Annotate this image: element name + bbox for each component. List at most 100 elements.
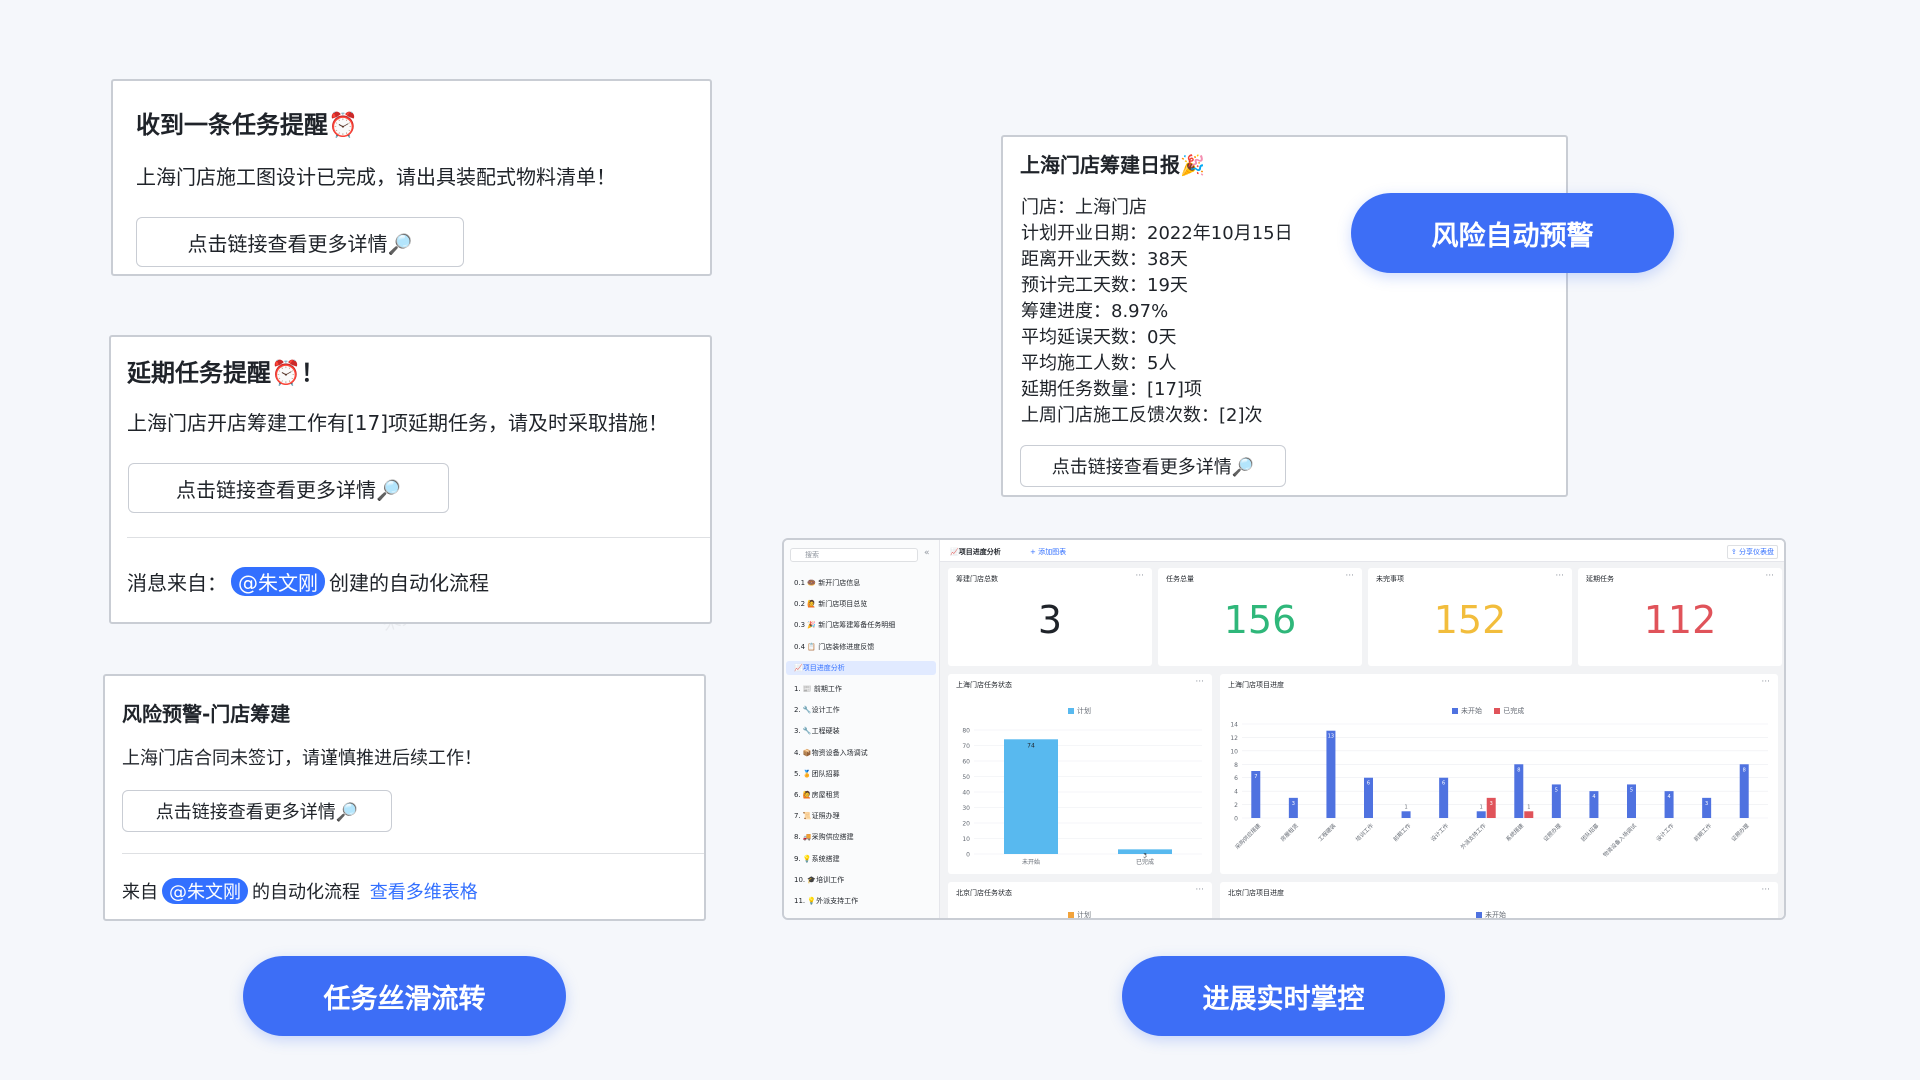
x-tick-label: 证照办理 — [1542, 821, 1564, 843]
more-icon[interactable]: ··· — [1195, 885, 1204, 895]
card-message: 上海门店合同未签订，请谨慎推进后续工作！ — [122, 748, 482, 769]
divider — [127, 537, 710, 538]
x-tick-label: 团队招募 — [1579, 821, 1601, 843]
task-flow-pill: 任务丝滑流转 — [243, 956, 566, 1036]
more-icon[interactable]: ··· — [1135, 571, 1144, 581]
kpi-card: 未完事项 ··· 152 — [1368, 568, 1572, 666]
data-label: 4 — [1592, 794, 1595, 800]
more-icon[interactable]: ··· — [1765, 571, 1774, 581]
risk-warning-card: 风险预警-门店筹建 上海门店合同未签订，请谨慎推进后续工作！ 点击链接查看更多详… — [103, 674, 706, 921]
view-details-button[interactable]: 点击链接查看更多详情🔎 — [122, 790, 392, 832]
project-progress-chart: 024681012147采购供应搭建3房屋租赁13工程硬装6培训工作1前期工作6… — [1230, 722, 1768, 859]
chart-legend: 计划 — [1068, 910, 1091, 918]
data-label: 1 — [1527, 804, 1530, 810]
data-label: 6 — [1442, 781, 1445, 787]
card-message: 上海门店开店筹建工作有[17]项延期任务，请及时采取措施！ — [127, 411, 669, 435]
x-tick-label: 设计工作 — [1654, 821, 1676, 843]
x-tick-label: 房屋租赁 — [1279, 821, 1301, 843]
y-tick-label: 6 — [1234, 775, 1238, 782]
sidebar-item[interactable]: 1. 📰 前期工作 — [794, 682, 842, 696]
sidebar-item[interactable]: 9. 💡系统搭建 — [794, 852, 840, 866]
x-tick-label: 未开始 — [1022, 858, 1040, 866]
x-tick-label: 前期工作 — [1692, 821, 1714, 843]
chart-title: 北京门店任务状态 — [956, 889, 1012, 897]
kpi-card: 筹建门店总数 ··· 3 — [948, 568, 1152, 666]
y-tick-label: 2 — [1234, 802, 1238, 809]
view-bitable-link[interactable]: 查看多维表格 — [370, 882, 478, 903]
sidebar-item[interactable]: 7. 📜证照办理 — [794, 809, 840, 823]
kpi-label: 任务总量 — [1166, 575, 1194, 583]
sidebar-item[interactable]: 0.2 🙋 新门店项目总览 — [794, 597, 867, 611]
sidebar-item[interactable]: 10. 🎓培训工作 — [794, 873, 844, 887]
more-icon[interactable]: ··· — [1555, 571, 1564, 581]
risk-alert-pill: 风险自动预警 — [1351, 193, 1674, 273]
share-dashboard-button[interactable]: ⇪ 分享仪表盘 — [1726, 545, 1778, 559]
task-reminder-card: 收到一条任务提醒⏰ 上海门店施工图设计已完成，请出具装配式物料清单！ 点击链接查… — [111, 79, 712, 276]
sidebar-item[interactable]: 0.4 📋 门店装修进度反馈 — [794, 640, 874, 654]
x-tick-label: 培训工作 — [1354, 821, 1376, 843]
view-details-button[interactable]: 点击链接查看更多详情🔎 — [136, 217, 464, 267]
y-tick-label: 0 — [1234, 816, 1238, 823]
bar[interactable] — [1524, 811, 1534, 818]
sidebar-item[interactable]: 5. 🏅团队招募 — [794, 767, 840, 781]
data-label: 5 — [1630, 787, 1633, 793]
kpi-value: 3 — [1037, 598, 1063, 642]
data-label: 4 — [1667, 794, 1670, 800]
report-line: 计划开业日期：2022年10月15日 — [1021, 223, 1293, 244]
y-tick-label: 10 — [962, 836, 970, 843]
report-line: 距离开业天数：38天 — [1021, 249, 1188, 270]
legend-swatch — [1476, 912, 1482, 918]
x-tick-label: 设计工作 — [1429, 821, 1451, 843]
sidebar-item[interactable]: 3. 🔧工程硬装 — [794, 724, 840, 738]
bar[interactable] — [1401, 811, 1411, 818]
add-chart-button[interactable]: + 添加图表 — [1030, 547, 1066, 557]
data-label: 6 — [1367, 781, 1370, 787]
sidebar-item[interactable]: 0.1 🍩 新开门店信息 — [794, 576, 860, 590]
sidebar-item[interactable]: 2. 🔧设计工作 — [794, 703, 840, 717]
more-icon[interactable]: ··· — [1761, 885, 1770, 895]
legend-label: 未开始 — [1485, 911, 1506, 919]
bar[interactable] — [1476, 811, 1486, 818]
chart-panel: 上海门店项目进度 ··· 未开始 已完成 0 2 4 6 8 10 12 14 7 采购供应搭建 3… — [1220, 674, 1778, 874]
kpi-card: 延期任务 ··· 112 — [1578, 568, 1782, 666]
chart-title: 北京门店项目进度 — [1228, 889, 1284, 897]
dashboard-tab[interactable]: 📈项目进度分析 — [950, 547, 1001, 557]
y-tick-label: 60 — [962, 759, 970, 766]
sidebar-item[interactable]: 0.3 🎉 新门店筹建筹备任务明细 — [794, 618, 895, 632]
sidebar-search-input[interactable]: 搜索 — [790, 548, 918, 562]
x-tick-label: 采购供应搭建 — [1233, 821, 1262, 850]
y-tick-label: 14 — [1230, 722, 1238, 729]
x-tick-label: 系统搭建 — [1504, 821, 1526, 843]
card-title: 收到一条任务提醒⏰ — [136, 111, 358, 139]
bar[interactable] — [1326, 730, 1336, 818]
view-details-button[interactable]: 点击链接查看更多详情🔎 — [128, 463, 449, 513]
sidebar-item[interactable]: 6. 🙋房屋租赁 — [794, 788, 840, 802]
sidebar-item[interactable]: 8. 🚚采购供应搭建 — [794, 830, 854, 844]
sidebar-item[interactable]: 4. 📦物资设备入场调试 — [794, 746, 868, 760]
legend-swatch — [1068, 912, 1074, 918]
report-line: 平均延误天数：0天 — [1021, 327, 1177, 348]
report-line: 门店：上海门店 — [1021, 197, 1147, 218]
data-label: 1 — [1404, 804, 1407, 810]
user-mention[interactable]: @朱文刚 — [231, 567, 325, 596]
x-tick-label: 工程硬装 — [1316, 821, 1338, 843]
more-icon[interactable]: ··· — [1345, 571, 1354, 581]
bar[interactable] — [1004, 739, 1058, 854]
user-mention[interactable]: @朱文刚 — [162, 878, 248, 904]
footer-prefix: 来自 — [122, 882, 158, 903]
source-suffix: 创建的自动化流程 — [329, 571, 489, 595]
chart-panel: 北京门店任务状态 ··· 计划 — [948, 882, 1212, 918]
kpi-value: 152 — [1433, 598, 1507, 642]
view-details-button[interactable]: 点击链接查看更多详情🔎 — [1020, 445, 1286, 487]
footer-mid: 的自动化流程 — [252, 882, 360, 903]
chart-panel: 上海门店任务状态 ··· 计划 0 10 20 30 40 50 60 70 80 74 未开始 3 已… — [948, 674, 1212, 874]
report-title: 上海门店筹建日报🎉 — [1020, 153, 1205, 177]
x-tick-label: 已完成 — [1136, 858, 1154, 866]
sidebar-item[interactable]: 📈项目进度分析 — [786, 660, 936, 675]
collapse-icon[interactable]: « — [924, 548, 930, 558]
dashboard-main: 📈项目进度分析 + 添加图表 ⇪ 分享仪表盘 筹建门店总数 ··· 3 任务总量 ···… — [940, 540, 1784, 918]
x-tick-label: 外派支持工作 — [1459, 821, 1488, 850]
sidebar-item[interactable]: 11. 💡外派支持工作 — [794, 894, 858, 908]
task-status-chart: 0102030405060708074未开始3已完成 — [962, 728, 1202, 866]
data-label: 3 — [1490, 801, 1493, 807]
